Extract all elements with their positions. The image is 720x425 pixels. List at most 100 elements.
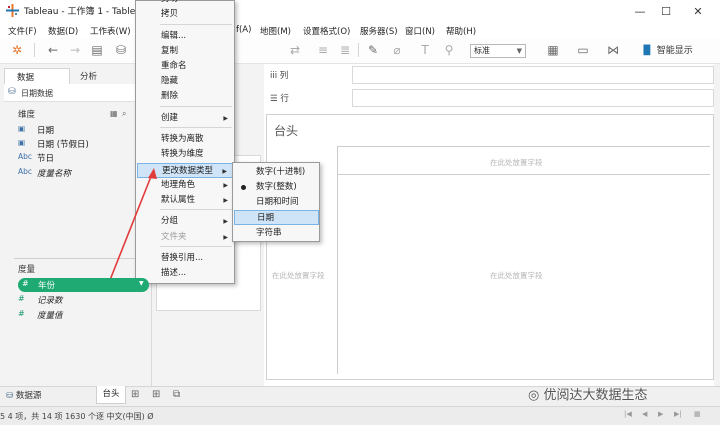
menu-server[interactable]: 服务器(S) (360, 25, 398, 37)
dimension-field[interactable]: ▣ 日期 (0, 123, 152, 137)
new-worksheet-icon[interactable]: ⊞ (131, 389, 139, 400)
menu-analysis[interactable]: f(A) (236, 25, 251, 35)
watermark: ◎ 优阅达大数据生态 (528, 384, 648, 403)
right-scroll-strip (714, 64, 720, 386)
dimension-field[interactable]: Abc 节日 (0, 151, 152, 165)
fit-select-value: 标准 (474, 46, 490, 55)
prev-sheet-icon[interactable]: ◀ (642, 410, 647, 418)
sheet-tab[interactable]: 台头 (96, 386, 126, 404)
close-button[interactable]: ✕ (686, 2, 710, 20)
context-menu-item[interactable]: 默认属性 ▶ (137, 193, 234, 208)
share-icon[interactable]: ⋈ (606, 43, 620, 57)
new-dashboard-icon[interactable]: ⊞ (152, 389, 160, 400)
context-menu-item-label: 隐藏 (161, 76, 179, 86)
context-menu-item[interactable]: 剪切 (137, 0, 234, 7)
data-type-option[interactable]: 字符串 (234, 226, 319, 241)
data-type-submenu: 数字(十进制) 数字(整数) 日期和时间日期字符串 (232, 162, 320, 242)
attach-icon[interactable]: ⌀ (390, 43, 404, 57)
rows-shelf-label: ☰ 行 (270, 94, 289, 104)
context-menu-item[interactable]: 描述... (137, 266, 234, 281)
context-menu-item-label: 重命名 (161, 61, 187, 71)
measure-field-selected[interactable]: # 年份 (18, 278, 149, 292)
last-sheet-icon[interactable]: ▶| (674, 410, 682, 418)
context-menu-item[interactable]: 隐藏 (137, 74, 234, 89)
data-type-option[interactable]: 日期和时间 (234, 195, 319, 210)
tab-data[interactable]: 数据 (4, 68, 70, 84)
rows-shelf: ☰ 行 (266, 89, 714, 107)
context-menu-item[interactable]: 替换引用... (137, 251, 234, 266)
data-type-option[interactable]: 日期 (234, 210, 319, 225)
data-type-option[interactable]: 数字(整数) (234, 180, 319, 195)
data-type-option-label: 字符串 (256, 228, 282, 238)
menu-file[interactable]: 文件(F) (8, 25, 37, 37)
rows-drop-zone[interactable] (352, 89, 714, 107)
datasource-tab[interactable]: ⛁ 数据源 (6, 389, 41, 401)
fit-select[interactable]: 标准 ▼ (470, 44, 526, 58)
drop-field-columns[interactable]: 在此处放置字段 (490, 157, 543, 168)
number-type-icon: # (18, 294, 25, 303)
menu-separator (160, 24, 232, 25)
minimize-button[interactable]: — (628, 2, 652, 20)
first-sheet-icon[interactable]: |◀ (624, 410, 632, 418)
context-menu-item[interactable]: 分组 ▶ (137, 214, 234, 229)
measure-field[interactable]: # 记录数 (0, 293, 152, 307)
datasource-name: 日期数据 (21, 89, 53, 98)
context-menu-item[interactable]: 地理角色 ▶ (137, 178, 234, 193)
menu-data[interactable]: 数据(D) (48, 25, 78, 37)
context-menu-item[interactable]: 删除 (137, 89, 234, 104)
data-type-option-label: 数字(整数) (256, 182, 297, 192)
save-icon[interactable]: ▤ (90, 43, 104, 57)
show-me-button[interactable]: ▐▌ 智能显示 (640, 43, 693, 56)
dimension-field-label: 节日 (37, 154, 55, 164)
swap-icon[interactable]: ⇄ (288, 43, 302, 57)
new-datasource-icon[interactable]: ⛁ (114, 43, 128, 57)
presentation-icon[interactable]: ▦ (546, 43, 560, 57)
pin-icon[interactable]: ⚲ (442, 43, 456, 57)
field-dropdown-icon[interactable]: ▼ (139, 280, 144, 287)
data-type-option[interactable]: 数字(十进制) (234, 165, 319, 180)
menu-help[interactable]: 帮助(H) (446, 25, 476, 37)
toolbar-separator (358, 43, 359, 57)
menu-map[interactable]: 地图(M) (260, 25, 291, 37)
device-preview-icon[interactable]: ▭ (576, 43, 590, 57)
next-sheet-icon[interactable]: ▶ (658, 410, 663, 418)
menu-worksheet[interactable]: 工作表(W) (90, 25, 131, 37)
measure-field[interactable]: # 度量值 (0, 308, 152, 322)
context-menu-item[interactable]: 编辑... (137, 29, 234, 44)
data-type-option-label: 日期和时间 (256, 197, 299, 207)
sheet-list-icon[interactable]: ▦ (694, 410, 701, 418)
wechat-icon: ◎ (528, 388, 540, 403)
maximize-button[interactable]: ☐ (654, 2, 678, 20)
datasource-icon: ⛁ (6, 391, 14, 401)
dimension-field[interactable]: ▣ 日期 (节假日) (0, 137, 152, 151)
tab-analysis[interactable]: 分析 (80, 68, 97, 82)
context-menu-item[interactable]: 重命名 (137, 59, 234, 74)
drop-field-rows[interactable]: 在此处放置字段 (272, 270, 325, 281)
context-menu-item[interactable]: 文件夹 ▶ (137, 230, 234, 245)
highlight-icon[interactable]: ✎ (366, 43, 380, 57)
search-icon[interactable]: ⌕ (122, 109, 126, 119)
worksheet-view (266, 114, 714, 380)
measure-field-label: 年份 (38, 281, 56, 291)
menu-window[interactable]: 窗口(N) (405, 25, 435, 37)
dimension-field[interactable]: Abc 度量名称 (0, 166, 152, 180)
sort-asc-icon[interactable]: ≡ (316, 43, 330, 57)
sort-desc-icon[interactable]: ≣ (338, 43, 352, 57)
number-type-icon: # (22, 279, 29, 288)
new-story-icon[interactable]: ⧉ (173, 389, 180, 400)
text-label-icon[interactable]: T (418, 43, 432, 57)
grid-view-icon[interactable]: ▦ (110, 109, 118, 118)
menu-format[interactable]: 设置格式(O) (303, 25, 350, 37)
columns-shelf: iii 列 (266, 66, 714, 84)
columns-drop-zone[interactable] (352, 66, 714, 84)
submenu-arrow-icon: ▶ (223, 234, 228, 241)
redo-icon[interactable]: → (68, 43, 82, 57)
drop-field-center[interactable]: 在此处放置字段 (490, 270, 543, 281)
watermark-text: 优阅达大数据生态 (543, 388, 648, 403)
context-menu-item[interactable]: 拷贝 (137, 7, 234, 22)
measure-field-label: 记录数 (37, 296, 63, 306)
tableau-home-icon[interactable]: ✲ (10, 43, 24, 57)
context-menu-item[interactable]: 复制 (137, 44, 234, 59)
undo-icon[interactable]: ← (46, 43, 60, 57)
sheet-title[interactable]: 台头 (274, 122, 298, 139)
